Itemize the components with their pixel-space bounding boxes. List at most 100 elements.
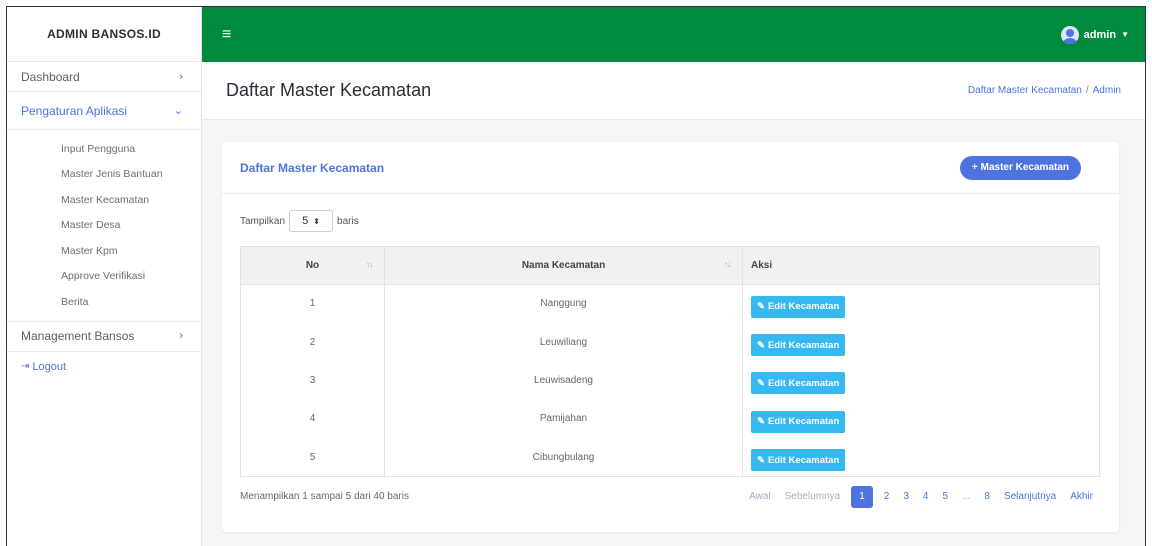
cell-name: Pamijahan <box>384 399 743 439</box>
table-header-row: No ↑↓ Nama Kecamatan ↑↓ Aksi <box>240 246 1100 285</box>
submenu-item-approve-verifikasi[interactable]: Approve Verifikasi <box>7 264 201 290</box>
cell-aksi: ✎ Edit Kecamatan <box>742 399 1100 439</box>
user-menu[interactable]: admin ▼ <box>1060 25 1129 44</box>
edit-icon: ✎ <box>757 416 765 428</box>
edit-kecamatan-button[interactable]: ✎ Edit Kecamatan <box>751 334 846 357</box>
edit-label: Edit Kecamatan <box>767 377 840 389</box>
sidebar-item-pengaturan-aplikasi[interactable]: Pengaturan Aplikasi ⌄ <box>7 92 201 130</box>
edit-icon: ✎ <box>757 377 765 389</box>
pagination-first[interactable]: Awal <box>742 486 778 508</box>
column-header-no[interactable]: No ↑↓ <box>240 246 385 285</box>
column-label: Aksi <box>751 260 773 271</box>
page-length-select[interactable]: 5 ⬍ <box>289 210 334 232</box>
column-label: Nama Kecamatan <box>521 260 606 271</box>
logout-label: Logout <box>32 360 67 373</box>
cell-no: 4 <box>240 399 385 439</box>
pagination-last[interactable]: Akhir <box>1063 486 1100 508</box>
caret-down-icon: ▼ <box>1121 30 1129 39</box>
submenu-item-master-kecamatan[interactable]: Master Kecamatan <box>7 187 201 213</box>
card-body: Tampilkan 5 ⬍ baris No ↑↓ Nama Kecamatan… <box>222 194 1119 510</box>
table-row: 5 Cibungbulang ✎ Edit Kecamatan <box>240 438 1100 477</box>
edit-kecamatan-button[interactable]: ✎ Edit Kecamatan <box>751 449 846 471</box>
brand-logo[interactable]: ADMIN BANSOS.ID <box>7 7 201 62</box>
edit-kecamatan-button[interactable]: ✎ Edit Kecamatan <box>751 372 846 395</box>
card-title: Daftar Master Kecamatan <box>240 160 385 175</box>
sign-out-icon: ⇥ <box>21 361 30 372</box>
table-row: 3 Leuwisadeng ✎ Edit Kecamatan <box>240 361 1100 400</box>
logout-link[interactable]: ⇥ Logout <box>7 352 201 382</box>
pagination: Awal Sebelumnya 1 2 3 4 5 ... 8 Selanjut… <box>742 485 1100 508</box>
hamburger-menu-icon[interactable]: ≡ <box>222 26 231 44</box>
edit-icon: ✎ <box>757 454 765 466</box>
cell-name: Leuwiliang <box>384 322 743 362</box>
sort-icon: ↑↓ <box>724 260 731 269</box>
cell-name: Cibungbulang <box>384 438 743 477</box>
main-area: ≡ admin ▼ Daftar Master Kecamatan Daftar… <box>202 7 1145 546</box>
submenu-item-master-kpm[interactable]: Master Kpm <box>7 238 201 264</box>
cell-aksi: ✎ Edit Kecamatan <box>742 284 1100 323</box>
cell-aksi: ✎ Edit Kecamatan <box>742 438 1100 477</box>
edit-label: Edit Kecamatan <box>767 416 840 428</box>
plus-icon: + <box>971 162 978 173</box>
breadcrumb-item[interactable]: Daftar Master Kecamatan <box>968 85 1082 96</box>
cell-no: 2 <box>240 322 385 362</box>
card-header: Daftar Master Kecamatan + Master Kecamat… <box>222 142 1119 194</box>
pagination-page-1[interactable]: 1 <box>851 485 873 508</box>
select-arrows-icon: ⬍ <box>313 216 320 226</box>
breadcrumb: Daftar Master Kecamatan / Admin <box>968 85 1121 96</box>
pagination-page-4[interactable]: 4 <box>916 486 936 508</box>
sidebar-item-label: Management Bansos <box>21 329 135 343</box>
sidebar-item-dashboard[interactable]: Dashboard › <box>7 62 201 92</box>
kecamatan-table: No ↑↓ Nama Kecamatan ↑↓ Aksi 1 Nanggung ✎ E… <box>240 246 1100 477</box>
topbar: ≡ admin ▼ <box>202 7 1145 62</box>
submenu-item-master-desa[interactable]: Master Desa <box>7 213 201 239</box>
content: Daftar Master Kecamatan + Master Kecamat… <box>202 120 1145 546</box>
pagination-ellipsis: ... <box>962 491 971 503</box>
table-info: Menampilkan 1 sampai 5 dari 40 baris <box>240 491 409 503</box>
pagination-page-2[interactable]: 2 <box>877 486 897 508</box>
cell-name: Nanggung <box>384 284 743 323</box>
page-title: Daftar Master Kecamatan <box>226 80 432 100</box>
page-length-value: 5 <box>302 215 309 227</box>
pagination-page-3[interactable]: 3 <box>896 486 916 508</box>
length-suffix: baris <box>337 215 359 227</box>
add-button-label: Master Kecamatan <box>980 162 1069 173</box>
cell-no: 5 <box>240 438 385 477</box>
submenu-item-input-pengguna[interactable]: Input Pengguna <box>7 136 201 162</box>
cell-no: 3 <box>240 361 385 400</box>
edit-icon: ✎ <box>757 301 765 313</box>
user-name: admin <box>1083 28 1117 41</box>
table-row: 2 Leuwiliang ✎ Edit Kecamatan <box>240 322 1100 362</box>
column-header-nama-kecamatan[interactable]: Nama Kecamatan ↑↓ <box>384 246 743 285</box>
cell-aksi: ✎ Edit Kecamatan <box>742 322 1100 362</box>
sidebar: ADMIN BANSOS.ID Dashboard › Pengaturan A… <box>7 7 202 546</box>
pagination-prev[interactable]: Sebelumnya <box>778 486 848 508</box>
avatar-icon <box>1060 25 1079 44</box>
submenu-item-master-jenis-bantuan[interactable]: Master Jenis Bantuan <box>7 162 201 188</box>
pagination-page-5[interactable]: 5 <box>935 486 955 508</box>
sidebar-item-management-bansos[interactable]: Management Bansos › <box>7 322 201 352</box>
pagination-next[interactable]: Selanjutnya <box>997 486 1063 508</box>
table-row: 4 Pamijahan ✎ Edit Kecamatan <box>240 399 1100 439</box>
edit-kecamatan-button[interactable]: ✎ Edit Kecamatan <box>751 295 846 318</box>
submenu-pengaturan: Input Pengguna Master Jenis Bantuan Mast… <box>7 130 201 322</box>
sidebar-item-label: Pengaturan Aplikasi <box>21 103 128 118</box>
data-card: Daftar Master Kecamatan + Master Kecamat… <box>222 142 1119 532</box>
breadcrumb-item[interactable]: Admin <box>1093 85 1121 96</box>
cell-name: Leuwisadeng <box>384 361 743 400</box>
length-prefix: Tampilkan <box>240 215 286 227</box>
cell-no: 1 <box>240 284 385 323</box>
page-header: Daftar Master Kecamatan Daftar Master Ke… <box>202 62 1145 120</box>
chevron-down-icon: ⌄ <box>173 105 183 117</box>
pagination-page-8[interactable]: 8 <box>977 486 997 508</box>
page-length-control: Tampilkan 5 ⬍ baris <box>240 208 1101 234</box>
table-footer: Menampilkan 1 sampai 5 dari 40 baris Awa… <box>240 484 1100 510</box>
add-master-kecamatan-button[interactable]: + Master Kecamatan <box>959 155 1081 180</box>
edit-kecamatan-button[interactable]: ✎ Edit Kecamatan <box>751 410 846 433</box>
sort-icon: ↑↓ <box>366 260 373 269</box>
chevron-right-icon: › <box>179 70 183 83</box>
submenu-item-berita[interactable]: Berita <box>7 289 201 315</box>
chevron-right-icon: › <box>179 330 183 342</box>
breadcrumb-separator: / <box>1085 85 1089 96</box>
table-row: 1 Nanggung ✎ Edit Kecamatan <box>240 284 1100 323</box>
